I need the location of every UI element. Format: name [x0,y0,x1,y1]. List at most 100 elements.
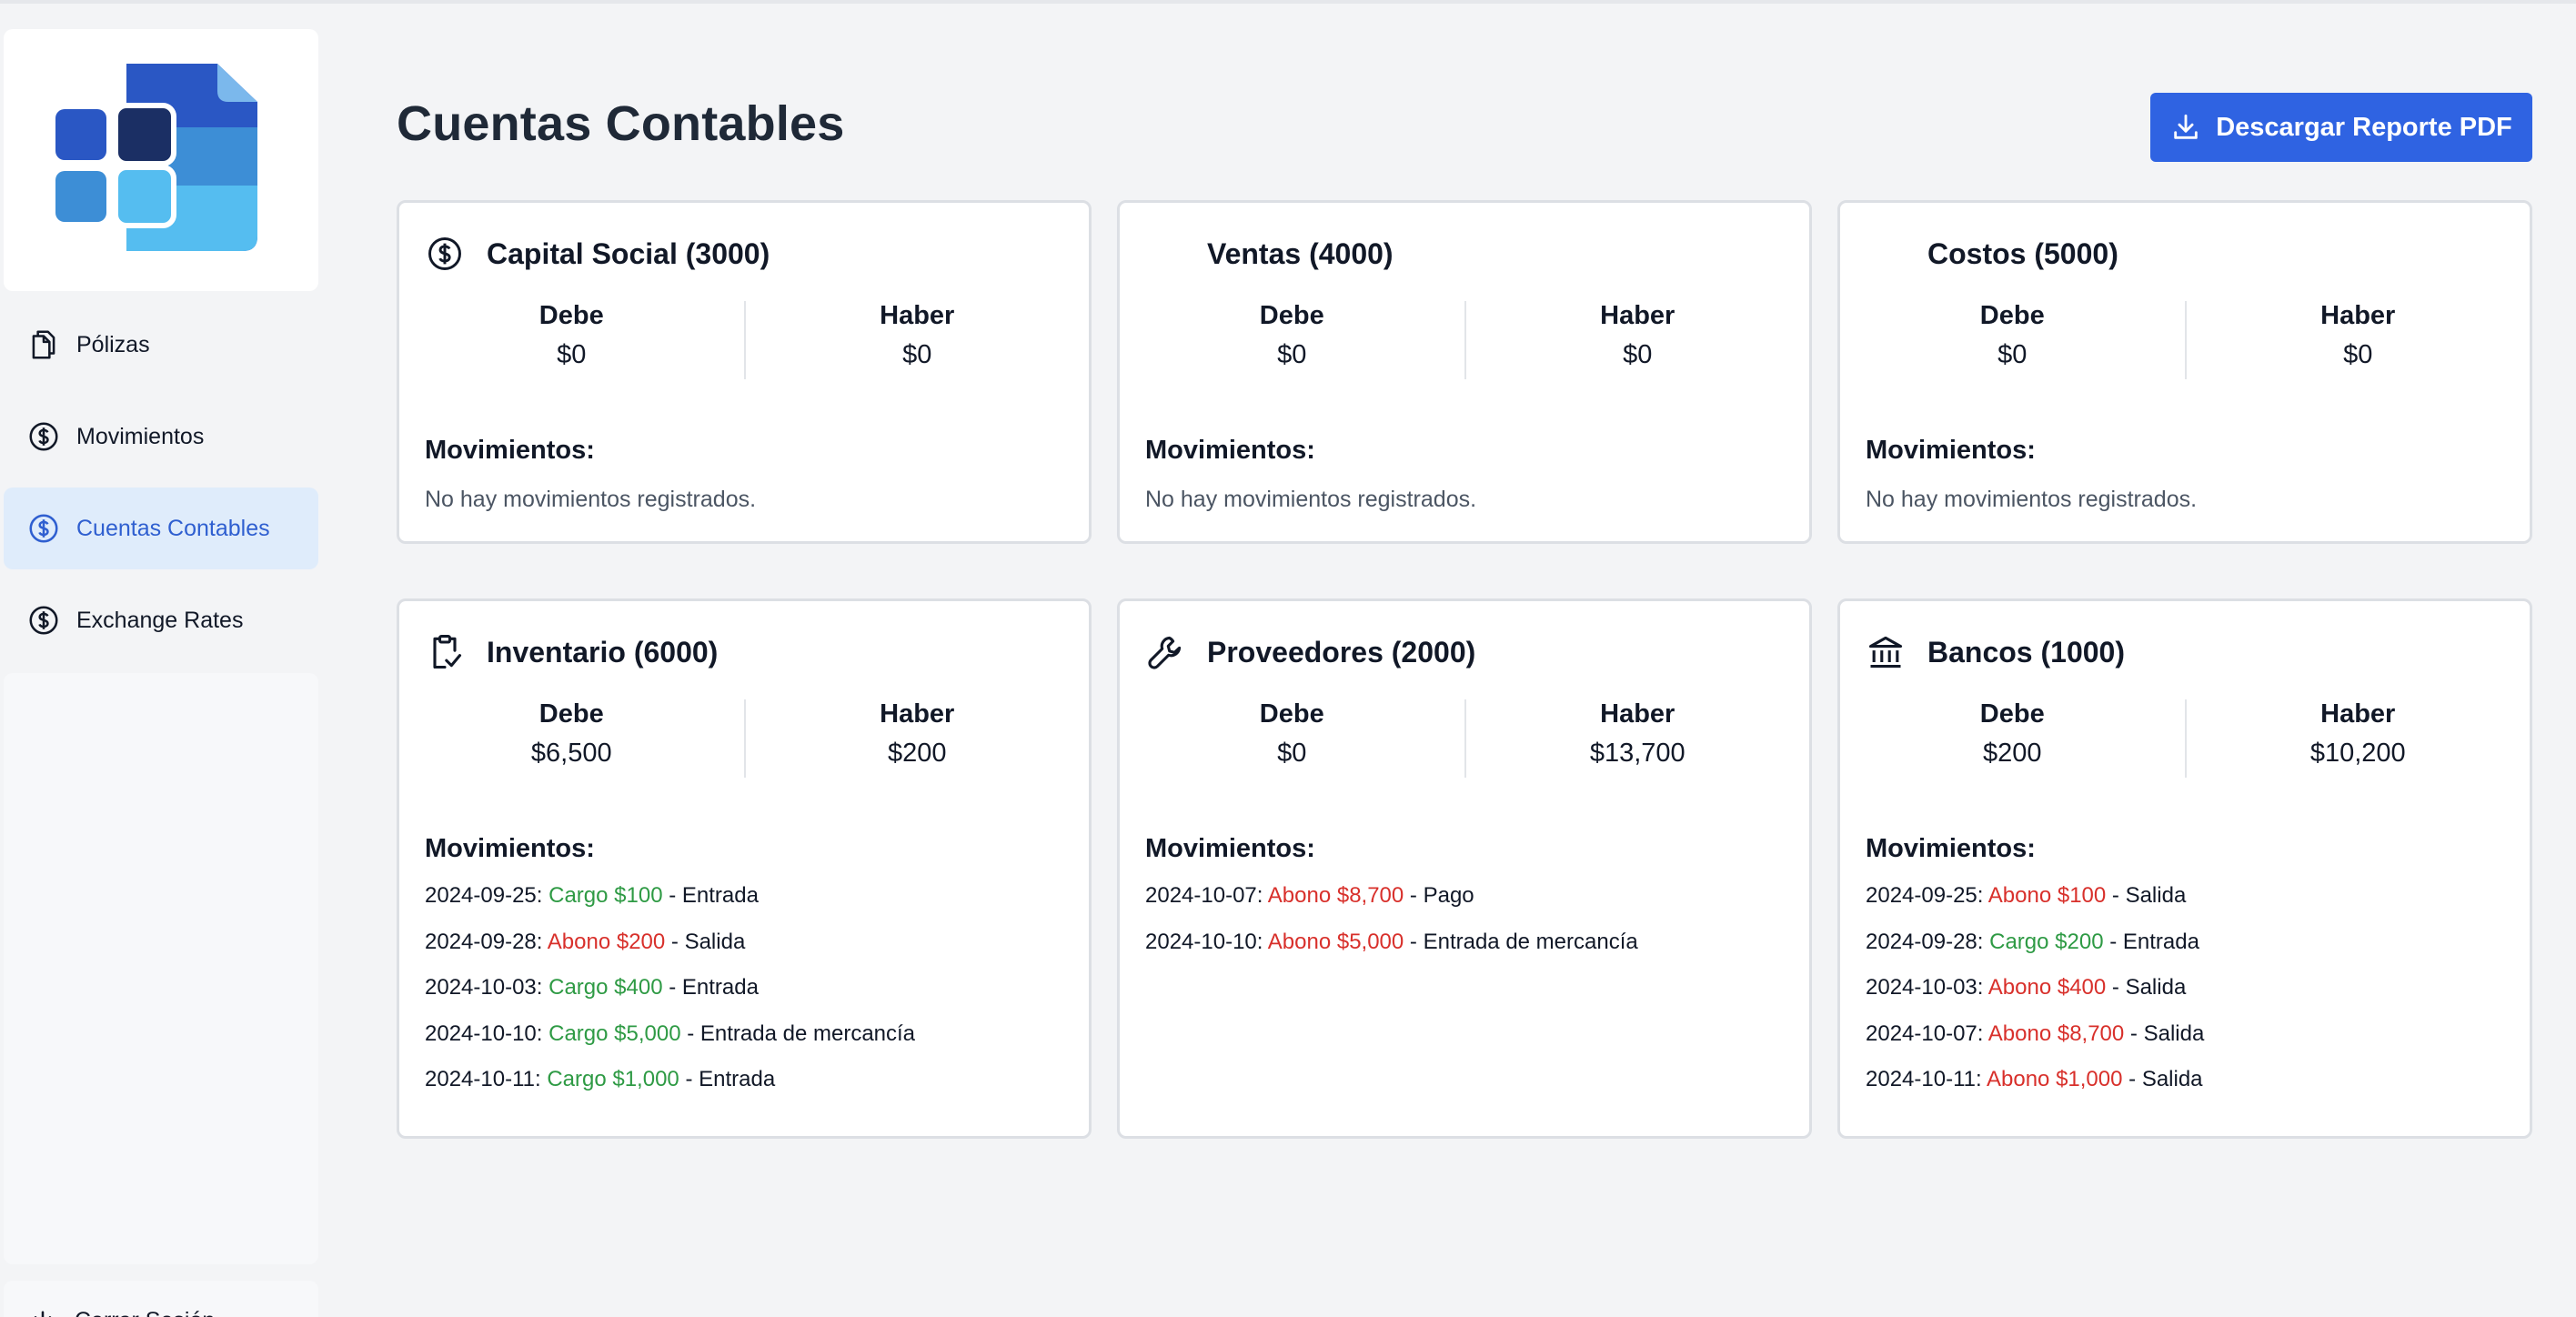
account-title: Costos (5000) [1927,236,2118,270]
debe-value: $0 [1997,340,2028,369]
movement-date: 2024-09-25: [425,883,543,908]
debe-value: $6,500 [530,739,612,768]
debe-column: Debe $0 [1120,301,1466,379]
debe-column: Debe $6,500 [399,699,746,778]
haber-column: Haber $10,200 [2187,699,2531,778]
debe-column: Debe $200 [1840,699,2187,778]
sidebar-item-label: Pólizas [76,331,150,357]
haber-label: Haber [2320,699,2396,729]
movimientos-heading: Movimientos: [1866,834,2036,863]
movement-date: 2024-10-10: [425,1020,543,1046]
account-totals: Debe $0 Haber $0 [1120,301,1809,379]
account-title: Ventas (4000) [1207,236,1394,270]
haber-column: Haber $0 [2187,301,2531,379]
movement-item: 2024-09-28: Abono $200 - Salida [425,930,915,976]
movement-description: - Salida [2122,1067,2203,1091]
movement-item: 2024-10-11: Cargo $1,000 - Entrada [425,1067,915,1113]
download-pdf-label: Descargar Reporte PDF [2216,112,2512,142]
account-totals: Debe $6,500 Haber $200 [399,699,1089,778]
movement-description: - Entrada [679,1067,776,1091]
movement-amount: Cargo $100 [548,883,663,908]
download-pdf-button[interactable]: Descargar Reporte PDF [2150,93,2532,162]
movement-item: 2024-10-11: Abono $1,000 - Salida [1866,1067,2204,1113]
movement-description: - Entrada [662,975,759,1000]
movement-date: 2024-10-07: [1866,1020,1984,1046]
sidebar-item-exchange-rates[interactable]: Exchange Rates [4,579,318,661]
movement-date: 2024-10-07: [1145,883,1263,908]
account-totals: Debe $200 Haber $10,200 [1840,699,2530,778]
sidebar-item-polizas[interactable]: Pólizas [4,304,318,386]
movement-description: - Entrada de mercancía [1404,929,1638,954]
movement-amount: Cargo $400 [548,975,663,1000]
account-card-header: Ventas (4000) [1145,234,1394,274]
documents-icon [25,327,62,363]
movement-description: - Salida [2106,883,2187,908]
haber-column: Haber $0 [1466,301,1810,379]
wrench-icon [1145,632,1185,672]
sidebar-item-movimientos[interactable]: Movimientos [4,396,318,478]
haber-value: $0 [2343,340,2373,369]
account-card: Capital Social (3000) Debe $0 Haber $0 Movimi… [397,200,1092,544]
debe-column: Debe $0 [399,301,746,379]
movement-date: 2024-09-28: [1866,929,1984,954]
dollar-circle-icon [25,510,62,547]
haber-column: Haber $0 [746,301,1090,379]
movement-date: 2024-10-03: [425,975,543,1000]
download-icon [2174,114,2198,139]
no-movements-text: No hay movimientos registrados. [1145,487,1477,512]
haber-label: Haber [1600,699,1675,729]
account-card: Bancos (1000) Debe $200 Haber $10,200 Movimie… [1837,598,2532,1139]
movimientos-heading: Movimientos: [1145,436,1315,465]
haber-label: Haber [1600,301,1675,330]
movement-item: 2024-09-25: Cargo $100 - Entrada [425,883,915,930]
logout-label: Cerrar Sesión [75,1308,215,1317]
debe-value: $0 [557,340,587,369]
account-title: Inventario (6000) [487,635,719,669]
dollar-circle-icon [25,602,62,638]
debe-label: Debe [1979,301,2045,330]
movement-item: 2024-10-03: Abono $400 - Salida [1866,975,2204,1021]
debe-label: Debe [1259,301,1324,330]
haber-label: Haber [2320,301,2396,330]
account-card-header: Costos (5000) [1866,234,2118,274]
movement-amount: Abono $400 [1987,975,2107,1000]
account-totals: Debe $0 Haber $0 [1840,301,2530,379]
haber-column: Haber $13,700 [1466,699,1810,778]
debe-value: $0 [1277,739,1307,768]
movement-description: - Pago [1404,883,1474,908]
movement-item: 2024-10-07: Abono $8,700 - Salida [1866,1021,2204,1068]
sidebar: Pólizas Movimientos Cuentas Contables Ex… [4,29,318,1317]
logout-button[interactable]: Cerrar Sesión [4,1281,318,1317]
movement-description: - Salida [2124,1020,2205,1046]
movement-amount: Abono $5,000 [1267,929,1404,954]
movement-description: - Entrada [2103,929,2199,954]
movement-item: 2024-09-25: Abono $100 - Salida [1866,883,2204,930]
sidebar-item-label: Cuentas Contables [76,515,270,541]
debe-value: $0 [1277,340,1307,369]
account-card: Inventario (6000) Debe $6,500 Haber $200 Movi… [397,598,1092,1139]
movement-description: - Salida [2106,975,2187,1000]
movement-amount: Cargo $1,000 [547,1067,679,1091]
debe-label: Debe [1979,699,2045,729]
account-title: Proveedores (2000) [1207,635,1476,669]
movement-amount: Abono $8,700 [1987,1020,2125,1046]
movimientos-heading: Movimientos: [1145,834,1315,863]
movement-item: 2024-10-10: Abono $5,000 - Entrada de me… [1145,930,1638,976]
movement-date: 2024-10-11: [425,1067,541,1091]
haber-value: $10,200 [2309,739,2406,768]
account-card-header: Proveedores (2000) [1145,632,1475,672]
sidebar-item-cuentas-contables[interactable]: Cuentas Contables [4,488,318,569]
movement-date: 2024-10-10: [1145,929,1263,954]
power-icon [25,1308,60,1317]
account-card-header: Inventario (6000) [425,632,718,672]
app-logo[interactable] [4,29,318,291]
movement-description: - Salida [665,929,746,954]
haber-value: $200 [887,739,947,768]
movement-item: 2024-10-10: Cargo $5,000 - Entrada de me… [425,1021,915,1068]
no-movements-text: No hay movimientos registrados. [1866,487,2198,512]
movement-amount: Cargo $200 [1989,929,2104,954]
account-card-header: Capital Social (3000) [425,234,770,274]
sidebar-spacer [4,673,318,1264]
account-totals: Debe $0 Haber $0 [399,301,1089,379]
movement-item: 2024-10-07: Abono $8,700 - Pago [1145,883,1638,930]
